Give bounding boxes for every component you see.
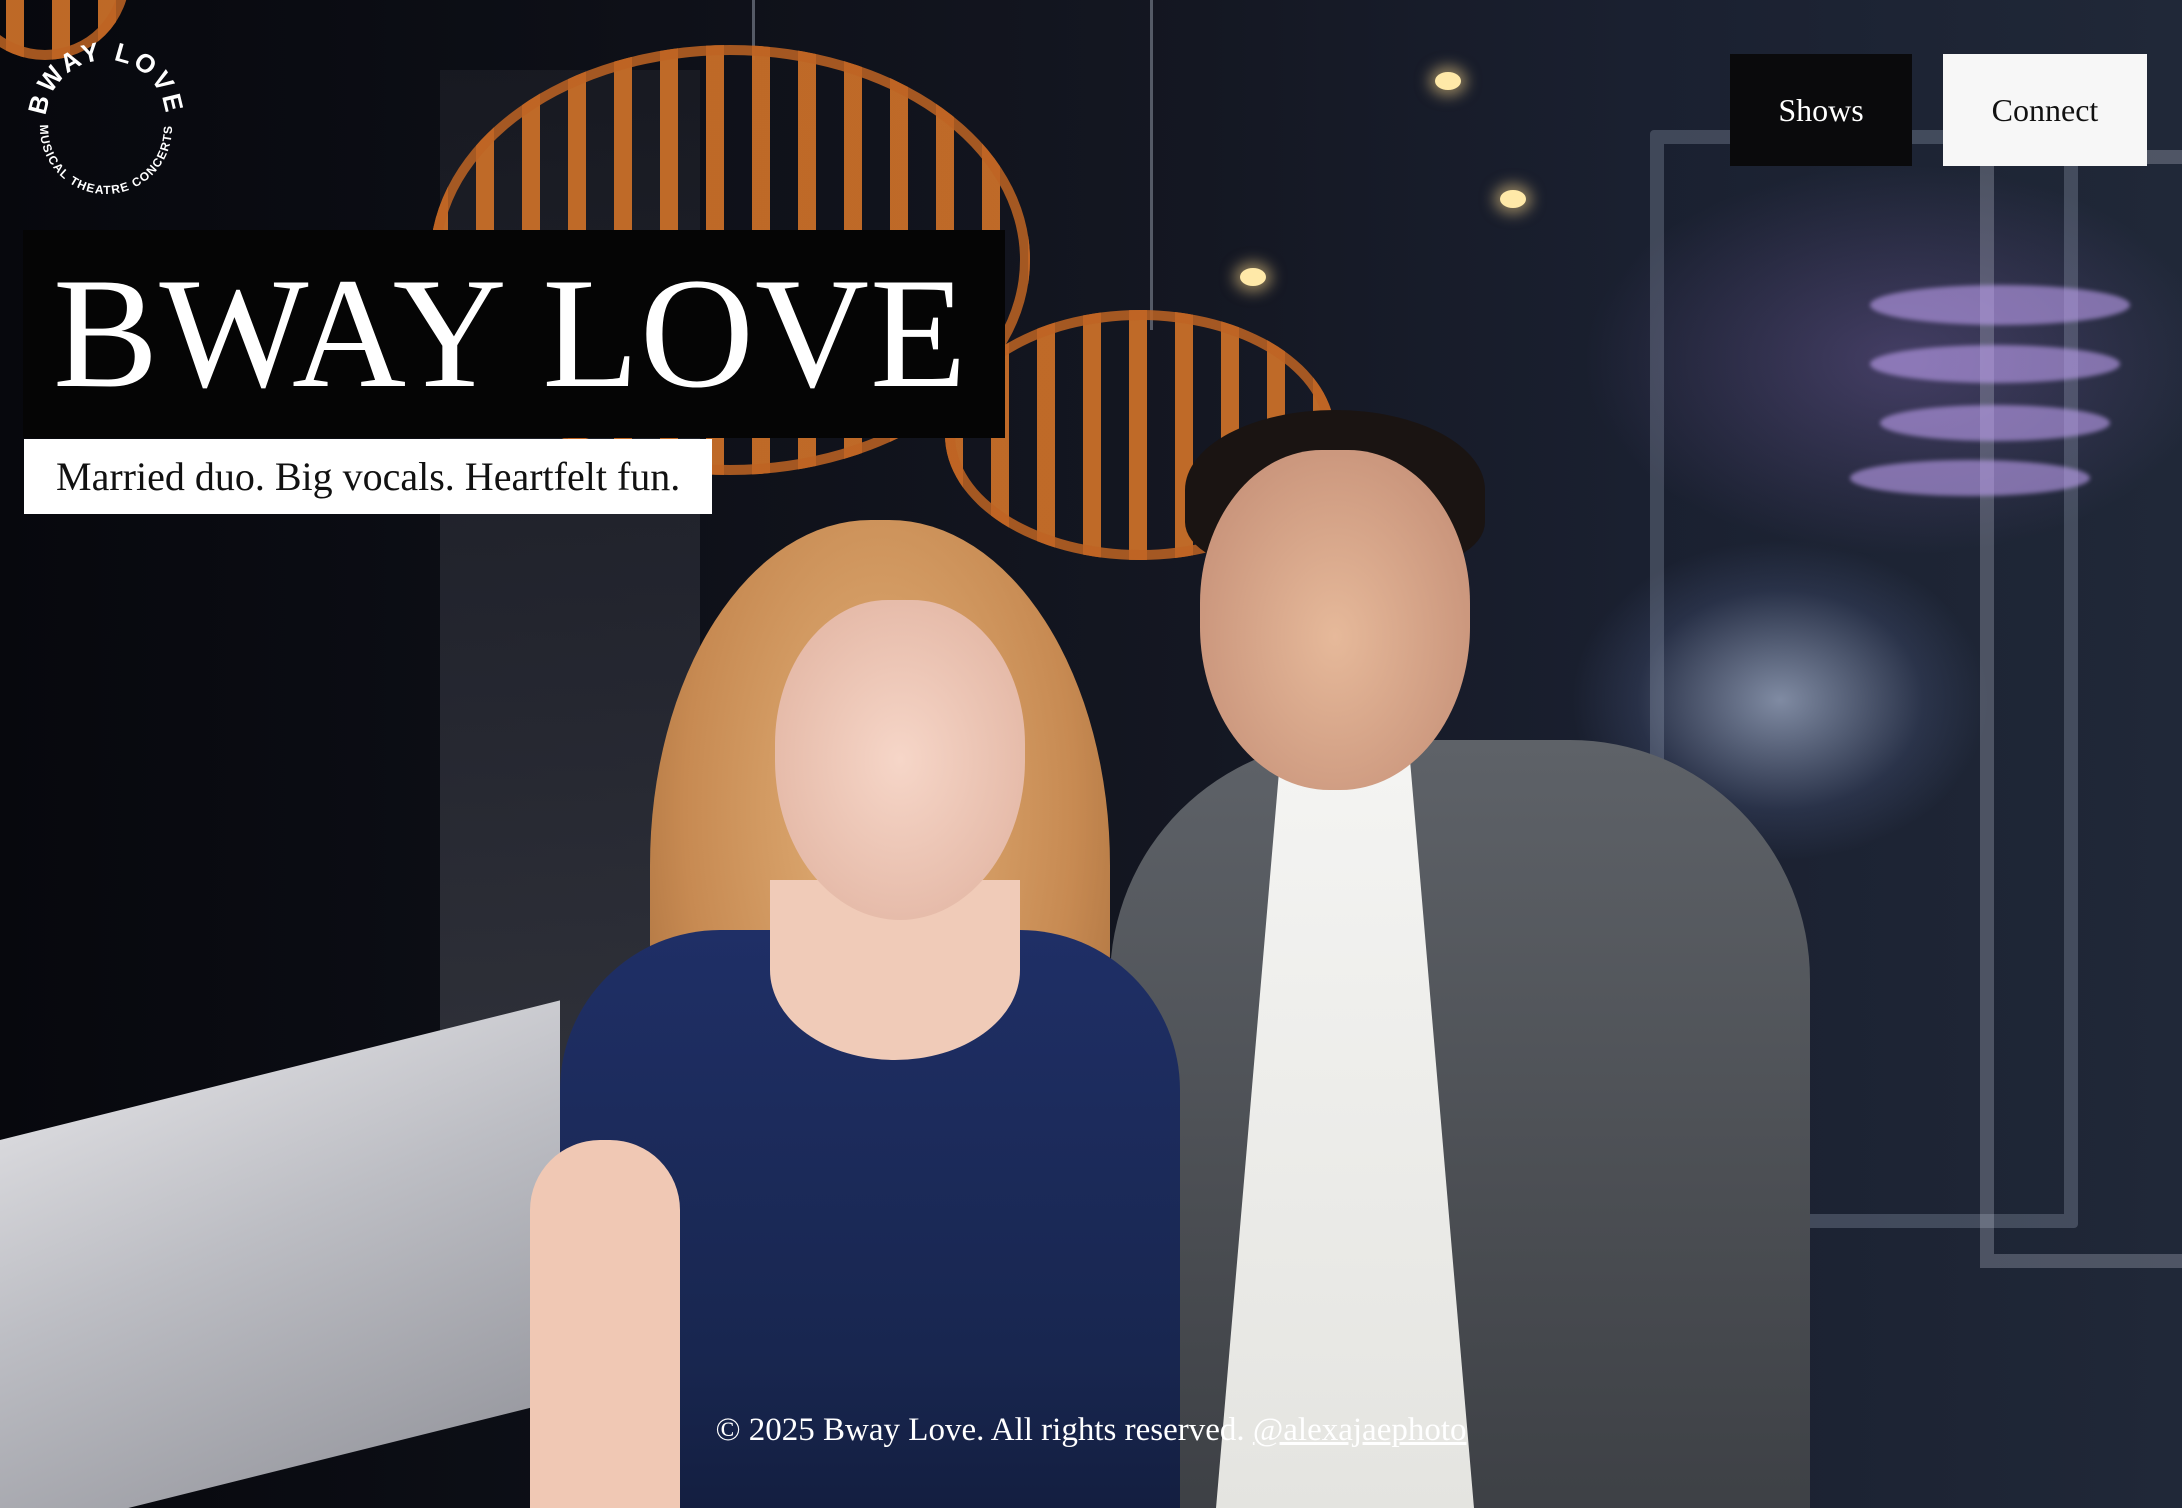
ceiling-light bbox=[1435, 72, 1461, 90]
nav-shows-button[interactable]: Shows bbox=[1730, 54, 1912, 166]
background-light bbox=[1870, 285, 2130, 325]
hero-title-box: BWAY LOVE bbox=[23, 230, 1005, 438]
logo-text-top: BWAY LOVE bbox=[26, 38, 186, 117]
logo-text-bottom: MUSICAL THEATRE CONCERTS bbox=[37, 124, 175, 197]
ceiling-light bbox=[1240, 268, 1266, 286]
nav-connect-button[interactable]: Connect bbox=[1943, 54, 2147, 166]
ceiling-light bbox=[1500, 190, 1526, 208]
hero-tagline-box: Married duo. Big vocals. Heartfelt fun. bbox=[24, 439, 712, 514]
hero-tagline: Married duo. Big vocals. Heartfelt fun. bbox=[56, 454, 681, 499]
footer: © 2025 Bway Love. All rights reserved. @… bbox=[0, 1412, 2182, 1449]
nav-shows-label: Shows bbox=[1778, 91, 1864, 128]
background-light bbox=[1880, 405, 2110, 441]
page: BWAY LOVE MUSICAL THEATRE CONCERTS Shows… bbox=[0, 0, 2182, 1508]
lamp-cord bbox=[1150, 0, 1153, 330]
nav-connect-label: Connect bbox=[1991, 91, 2099, 128]
logo-badge: BWAY LOVE MUSICAL THEATRE CONCERTS bbox=[26, 38, 186, 197]
background-light bbox=[1870, 345, 2120, 383]
woman-face bbox=[775, 600, 1025, 920]
logo[interactable]: BWAY LOVE MUSICAL THEATRE CONCERTS bbox=[26, 38, 186, 198]
background-light bbox=[1850, 460, 2090, 496]
woman-arm bbox=[530, 1140, 680, 1508]
footer-copyright: © 2025 Bway Love. All rights reserved. bbox=[715, 1412, 1245, 1448]
photo-credit-link[interactable]: @alexajaephoto bbox=[1253, 1412, 1467, 1448]
hero-background-photo bbox=[0, 0, 2182, 1508]
man-face bbox=[1200, 450, 1470, 790]
hero-title: BWAY LOVE bbox=[53, 246, 968, 421]
